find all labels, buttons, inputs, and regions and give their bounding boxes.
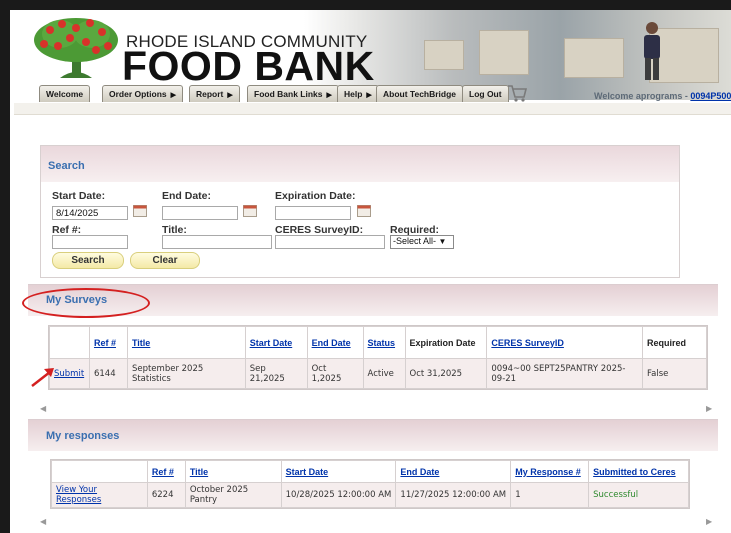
cell-ceres-surveyid: 0094~00 SEPT25PANTRY 2025-09-21 — [486, 358, 644, 389]
my-responses-header — [28, 419, 718, 451]
col-action — [49, 326, 90, 359]
welcome-message: Welcome aprograms - 0094P5000 — [594, 91, 731, 101]
expiration-date-label: Expiration Date: — [275, 190, 356, 202]
ceres-surveyid-input[interactable] — [275, 235, 385, 249]
window-left-border — [0, 0, 10, 533]
expiration-date-input[interactable] — [275, 206, 351, 220]
tab-about-techbridge[interactable]: About TechBridge — [376, 85, 464, 102]
cell-action[interactable]: View Your Responses — [51, 482, 148, 508]
submenu-arrow-icon: ▶ — [326, 92, 332, 99]
annotation-arrow-icon — [31, 368, 54, 387]
tab-help[interactable]: Help ▶ — [337, 85, 379, 102]
search-panel: Search Start Date: 8/14/2025 End Date: E… — [40, 145, 680, 278]
search-button[interactable]: Search — [52, 252, 124, 269]
cell-start-date: Sep 21,2025 — [244, 358, 308, 389]
logo-tree-icon — [34, 18, 118, 78]
submenu-arrow-icon: ▶ — [227, 92, 233, 99]
my-responses-title: My responses — [46, 430, 120, 442]
col-end-date[interactable]: End Date — [306, 326, 364, 359]
start-date-calendar-icon[interactable] — [133, 204, 147, 217]
cell-title: October 2025 Pantry — [184, 482, 282, 508]
end-date-calendar-icon[interactable] — [243, 204, 257, 217]
col-ref[interactable]: Ref # — [88, 326, 128, 359]
cell-end-date: Oct 1,2025 — [306, 358, 364, 389]
col-start-date[interactable]: Start Date — [244, 326, 308, 359]
cell-ref: 6144 — [88, 358, 128, 389]
submenu-arrow-icon: ▶ — [170, 92, 177, 99]
shopping-cart-icon[interactable] — [506, 82, 528, 104]
clear-button[interactable]: Clear — [130, 252, 200, 269]
cell-status: Active — [362, 358, 406, 389]
title-input[interactable] — [162, 235, 272, 249]
header-divider — [14, 103, 731, 115]
my-surveys-table: Ref # Title Start Date End Date Status E… — [48, 325, 708, 390]
col-end-date[interactable]: End Date — [395, 460, 512, 483]
tab-log-out[interactable]: Log Out — [462, 85, 509, 102]
ref-input[interactable] — [52, 235, 128, 249]
col-start-date[interactable]: Start Date — [280, 460, 397, 483]
col-ref[interactable]: Ref # — [146, 460, 186, 483]
tab-welcome[interactable]: Welcome — [39, 85, 91, 102]
col-ceres-surveyid[interactable]: CERES SurveyID — [486, 326, 644, 359]
table-row: Submit 6144 September 2025 Statistics Se… — [49, 358, 707, 389]
end-date-input[interactable] — [162, 206, 238, 220]
window-top-border — [10, 0, 731, 10]
cell-start-date: 10/28/2025 12:00:00 AM — [280, 482, 397, 508]
chevron-down-icon: ▼ — [438, 237, 447, 246]
cell-required: False — [642, 358, 707, 389]
col-action — [51, 460, 148, 483]
submit-link[interactable]: Submit — [54, 369, 84, 379]
user-account-link[interactable]: 0094P5000 — [690, 91, 731, 101]
col-status[interactable]: Status — [362, 326, 406, 359]
table-header-row: Ref # Title Start Date End Date My Respo… — [51, 460, 689, 483]
my-responses-table: Ref # Title Start Date End Date My Respo… — [50, 459, 690, 509]
cell-response-number: 1 — [510, 482, 590, 508]
cell-expiration-date: Oct 31,2025 — [404, 358, 488, 389]
annotation-circle — [22, 288, 150, 318]
scroll-right-icon[interactable]: ▶ — [706, 404, 712, 414]
search-panel-header — [41, 146, 679, 182]
table-row: View Your Responses 6224 October 2025 Pa… — [51, 482, 689, 508]
start-date-label: Start Date: — [52, 190, 106, 202]
col-submitted-to-ceres[interactable]: Submitted to Ceres — [588, 460, 689, 483]
col-expiration-date: Expiration Date — [404, 326, 488, 359]
submenu-arrow-icon: ▶ — [366, 92, 372, 99]
search-title: Search — [48, 160, 85, 172]
main-nav: Welcome Order Options ▶ Report ▶ Food Bank… — [14, 85, 731, 103]
scroll-left-icon[interactable]: ◀ — [40, 404, 46, 414]
cell-title: September 2025 Statistics — [126, 358, 246, 389]
start-date-input[interactable]: 8/14/2025 — [52, 206, 128, 220]
col-title[interactable]: Title — [126, 326, 246, 359]
required-select-value: -Select All- — [393, 236, 437, 246]
expiration-date-calendar-icon[interactable] — [357, 204, 371, 217]
logo-text-line2: FOOD BANK — [122, 43, 375, 89]
end-date-label: End Date: — [162, 190, 212, 202]
col-title[interactable]: Title — [184, 460, 282, 483]
tab-food-bank-links[interactable]: Food Bank Links ▶ — [247, 85, 339, 102]
view-responses-link[interactable]: View Your Responses — [56, 485, 101, 505]
tab-order-options[interactable]: Order Options ▶ — [102, 85, 184, 102]
cell-submitted-to-ceres: Successful — [588, 482, 689, 508]
col-required: Required — [642, 326, 707, 359]
scroll-left-icon[interactable]: ◀ — [40, 517, 46, 527]
tab-report[interactable]: Report ▶ — [189, 85, 240, 102]
scroll-right-icon[interactable]: ▶ — [706, 517, 712, 527]
welcome-text: Welcome aprograms - — [594, 91, 691, 101]
required-select[interactable]: -Select All- ▼ — [390, 235, 454, 249]
table-header-row: Ref # Title Start Date End Date Status E… — [49, 326, 707, 359]
cell-ref: 6224 — [146, 482, 186, 508]
cell-end-date: 11/27/2025 12:00:00 AM — [395, 482, 512, 508]
col-response-number[interactable]: My Response # — [510, 460, 590, 483]
